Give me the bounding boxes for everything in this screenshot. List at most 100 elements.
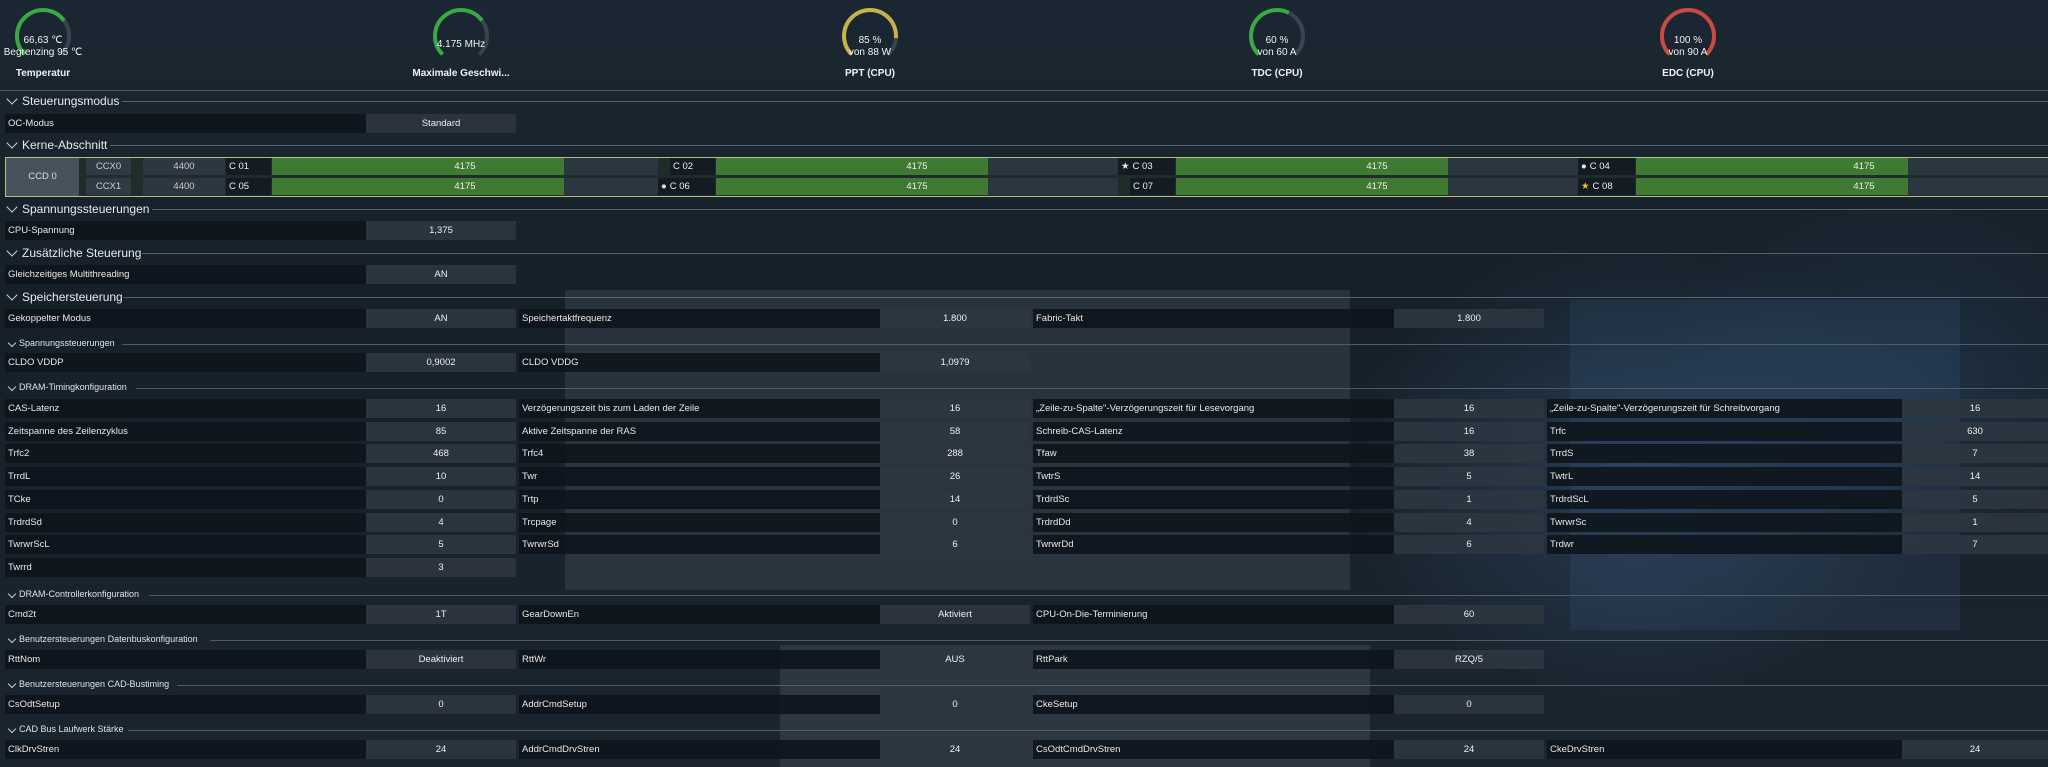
setting-value[interactable]: 6 [880,535,1030,555]
dram-timing-row[interactable]: CAS-Latenz 16 [5,399,516,418]
setting-value[interactable]: 4 [366,512,516,532]
dram-timing-row[interactable]: TrdrdSc 1 [1033,489,1544,509]
dram-timing-row[interactable]: Aktive Zeitspanne der RAS 58 [519,421,1030,441]
cad-bus-row[interactable]: ClkDrvStren 24 [5,740,516,759]
setting-value[interactable]: 0 [366,695,516,714]
dram-timing-row[interactable]: TwrwrScL 5 [5,535,516,555]
core-label[interactable]: C 05 [226,178,271,195]
setting-value[interactable]: AN [366,265,516,284]
dram-timing-row[interactable]: Trfc 630 [1547,421,2048,441]
setting-value[interactable]: 85 [366,421,516,441]
setting-value[interactable]: 5 [1394,467,1544,487]
dram-timing-row[interactable]: TrdrdScL 5 [1547,489,2048,509]
core-label[interactable]: C 01 [226,158,271,175]
setting-value[interactable]: Standard [366,114,516,133]
setting-value[interactable]: 630 [1902,421,2048,441]
setting-value[interactable]: 1,375 [366,221,516,240]
memory-setting-row[interactable]: Fabric-Takt 1.800 [1033,309,1544,328]
subsection-header-sub_dram_timing[interactable]: DRAM-Timingkonfiguration [0,381,2048,395]
databus-row[interactable]: RttWr AUS [519,650,1030,669]
setting-value[interactable]: 14 [1902,467,2048,487]
dram-timing-row[interactable]: „Zeile-zu-Spalte"-Verzögerungszeit für L… [1033,399,1544,418]
cpu-voltage-row[interactable]: CPU-Spannung 1,375 [5,221,516,240]
setting-value[interactable]: AUS [880,650,1030,669]
memory-setting-row[interactable]: Gekoppelter Modus AN [5,309,516,328]
setting-value[interactable]: 5 [366,535,516,555]
setting-value[interactable]: 4 [1394,512,1544,532]
dram-controller-row[interactable]: GearDownEn Aktiviert [519,605,1030,624]
setting-value[interactable]: 16 [1394,421,1544,441]
setting-value[interactable]: 0 [366,489,516,509]
setting-value[interactable]: 26 [880,467,1030,487]
dram-timing-row[interactable]: Trdwr 7 [1547,535,2048,555]
setting-value[interactable]: 16 [1902,399,2048,418]
core-label[interactable]: ● C 04 [1578,158,1635,175]
setting-value[interactable]: 1T [366,605,516,624]
core-label[interactable]: C 07 [1130,178,1175,195]
setting-value[interactable]: 24 [1902,740,2048,759]
oc-mode-row[interactable]: OC-Modus Standard [5,114,516,133]
section-header-zusatz[interactable]: Zusätzliche Steuerung [0,244,2048,262]
core-frequency-bar[interactable]: 4175 [1636,158,2048,175]
cad-bus-row[interactable]: CkeDrvStren 24 [1547,740,2048,759]
setting-value[interactable]: 1.800 [1394,309,1544,328]
setting-value[interactable]: 3 [366,557,516,577]
core-label[interactable]: ● C 06 [658,178,715,195]
dram-timing-row[interactable]: Verzögerungszeit bis zum Laden der Zeile… [519,399,1030,418]
dram-timing-row[interactable]: Tfaw 38 [1033,444,1544,464]
setting-value[interactable]: 58 [880,421,1030,441]
core-frequency-bar[interactable]: 4175 [716,158,1118,175]
setting-value[interactable]: 38 [1394,444,1544,464]
setting-value[interactable]: 7 [1902,444,2048,464]
dram-timing-row[interactable]: TwrwrSc 1 [1547,512,2048,532]
dram-timing-row[interactable]: TrrdS 7 [1547,444,2048,464]
setting-value[interactable]: 468 [366,444,516,464]
core-label[interactable]: C 02 [670,158,715,175]
core-label[interactable]: ★ C 03 [1118,158,1175,175]
dram-timing-row[interactable]: TrdrdSd 4 [5,512,516,532]
setting-value[interactable]: 7 [1902,535,2048,555]
core-frequency-bar[interactable]: 4175 [272,178,658,195]
setting-value[interactable]: 14 [880,489,1030,509]
dram-controller-row[interactable]: Cmd2t 1T [5,605,516,624]
cad-bus-row[interactable]: AddrCmdDrvStren 24 [519,740,1030,759]
setting-value[interactable]: 16 [1394,399,1544,418]
subsection-header-sub_spannung[interactable]: Spannungssteuerungen [0,337,2048,351]
dram-timing-row[interactable]: Trfc4 288 [519,444,1030,464]
setting-value[interactable]: Aktiviert [880,605,1030,624]
setting-value[interactable]: 0 [880,512,1030,532]
setting-value[interactable]: 1 [1902,512,2048,532]
core-frequency-bar[interactable]: 4175 [1176,178,1578,195]
memory-voltage-row[interactable]: CLDO VDDP 0,9002 [5,353,516,372]
core-frequency-bar[interactable]: 4175 [716,178,1118,195]
section-header-speicher[interactable]: Speichersteuerung [0,288,2048,306]
core-label[interactable]: ★ C 08 [1578,178,1635,195]
setting-value[interactable]: 1,0979 [880,353,1030,372]
setting-value[interactable]: 5 [1902,489,2048,509]
setting-value[interactable]: 10 [366,467,516,487]
databus-row[interactable]: RttPark RZQ/5 [1033,650,1544,669]
setting-value[interactable]: 24 [880,740,1030,759]
cad-timing-row[interactable]: AddrCmdSetup 0 [519,695,1030,714]
dram-timing-row[interactable]: TrrdL 10 [5,467,516,487]
dram-timing-row[interactable]: Zeitspanne des Zeilenzyklus 85 [5,421,516,441]
subsection-header-sub_cad_bus[interactable]: CAD Bus Laufwerk Stärke [0,723,2048,737]
setting-value[interactable]: AN [366,309,516,328]
setting-value[interactable]: Deaktiviert [366,650,516,669]
dram-timing-row[interactable]: TwrwrSd 6 [519,535,1030,555]
dram-timing-row[interactable]: Trfc2 468 [5,444,516,464]
smt-row[interactable]: Gleichzeitiges Multithreading AN [5,265,516,284]
core-frequency-bar[interactable]: 4175 [1636,178,2048,195]
setting-value[interactable]: 1 [1394,489,1544,509]
setting-value[interactable]: 1.800 [880,309,1030,328]
subsection-header-sub_datenbus[interactable]: Benutzersteuerungen Datenbuskonfiguratio… [0,633,2048,647]
setting-value[interactable]: 16 [880,399,1030,418]
dram-controller-row[interactable]: CPU-On-Die-Terminierung 60 [1033,605,1544,624]
core-frequency-bar[interactable]: 4175 [272,158,658,175]
section-header-spannung[interactable]: Spannungssteuerungen [0,200,2048,218]
subsection-header-sub_dram_ctrl[interactable]: DRAM-Controllerkonfiguration [0,588,2048,602]
cad-bus-row[interactable]: CsOdtCmdDrvStren 24 [1033,740,1544,759]
dram-timing-row[interactable]: Twrrd 3 [5,557,516,577]
dram-timing-row[interactable]: TwtrL 14 [1547,467,2048,487]
setting-value[interactable]: 24 [1394,740,1544,759]
